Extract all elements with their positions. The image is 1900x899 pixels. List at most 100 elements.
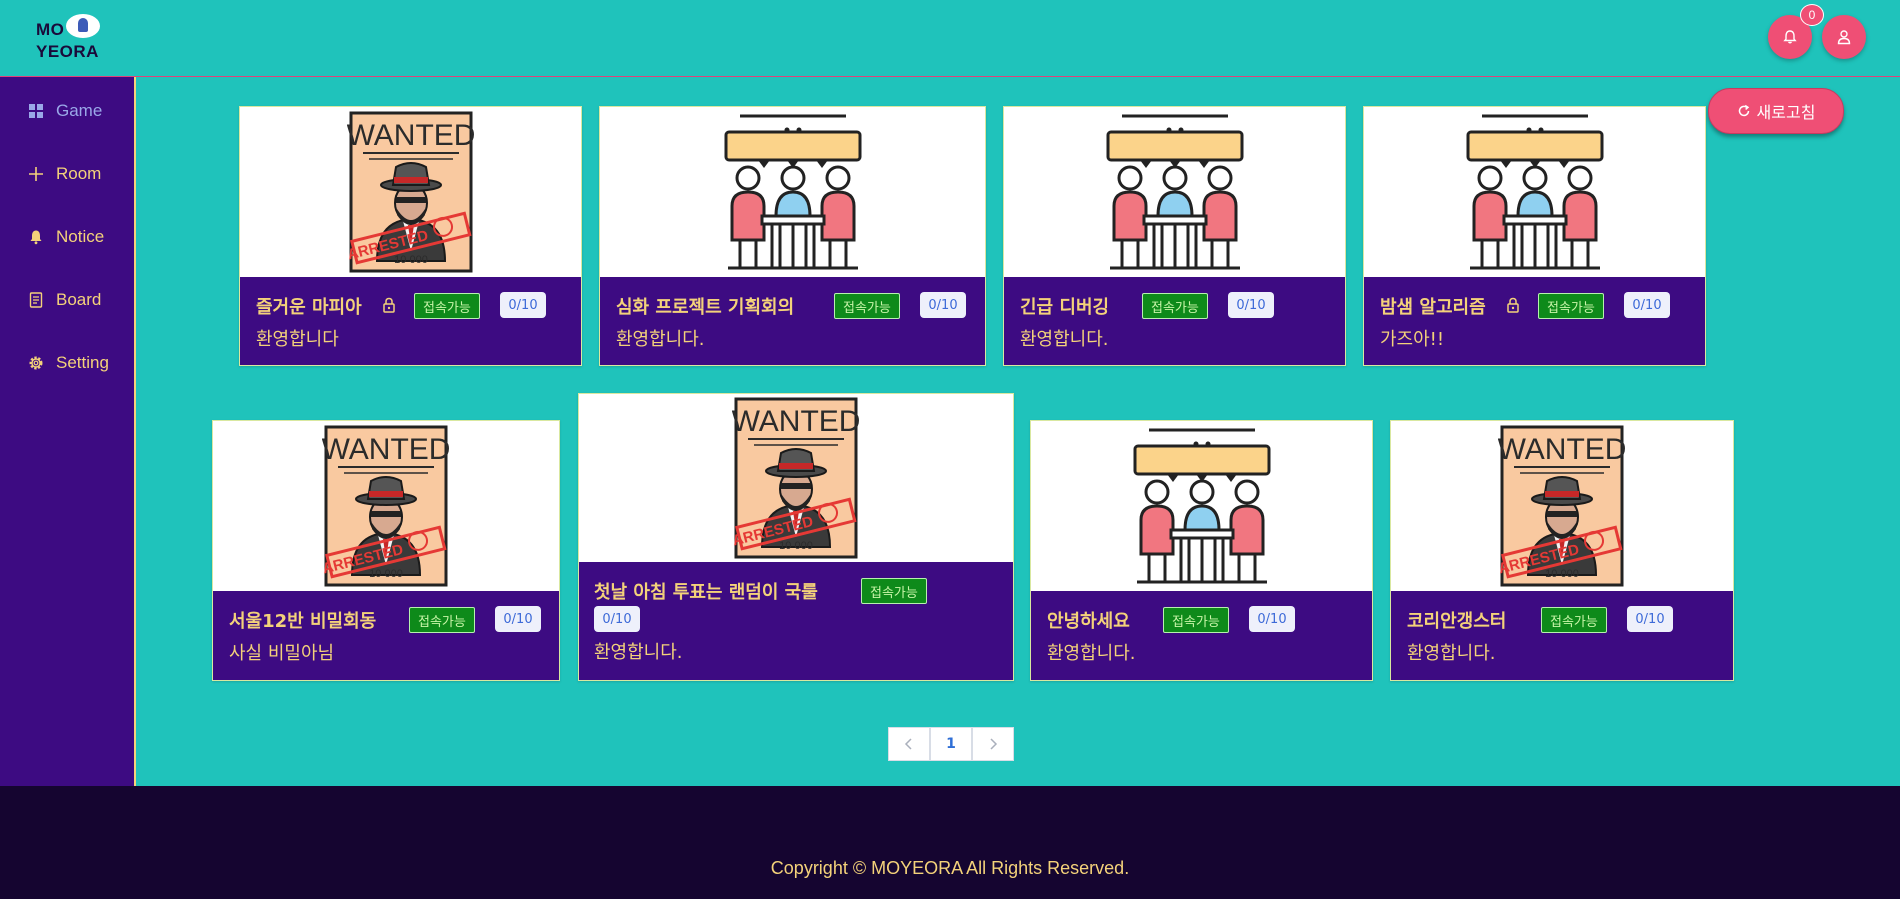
wanted-poster-image: WANTED 10 000 ARRESTED <box>732 397 860 559</box>
pagination-next-button[interactable] <box>972 727 1014 761</box>
bell-icon <box>1783 30 1797 44</box>
sidebar-item-game[interactable]: Game <box>26 96 102 126</box>
room-thumbnail: WANTED 10 000 ARRESTED <box>240 107 581 277</box>
room-description: 환영합니다. <box>1020 329 1109 350</box>
room-info-panel: 안녕하세요 접속가능 0/10 환영합니다. <box>1031 591 1372 680</box>
room-thumbnail: WANTED 10 000 ARRESTED <box>1391 421 1733 591</box>
player-count-badge: 0/10 <box>1249 606 1295 632</box>
room-card[interactable]: WANTED 10 000 ARRESTED 코리안갱스터 접속가능 0/10 환영합… <box>1390 420 1734 681</box>
status-badge: 접속가능 <box>1163 607 1229 633</box>
room-description: 환영합니다. <box>616 329 705 350</box>
player-count-badge: 0/10 <box>1627 606 1673 632</box>
room-card[interactable]: 심화 프로젝트 기획회의 접속가능 0/10 환영합니다. <box>599 106 986 366</box>
player-count-badge: 0/10 <box>495 606 541 632</box>
sidebar-item-label: Notice <box>56 227 105 246</box>
player-count-badge: 0/10 <box>594 606 640 632</box>
refresh-button[interactable]: 새로고침 <box>1708 88 1844 134</box>
top-header: MO YEORA 0 <box>0 0 1900 77</box>
wanted-poster-image: WANTED 10 000 ARRESTED <box>322 425 450 587</box>
sidebar-item-label: Board <box>56 290 102 309</box>
room-info-panel: 코리안갱스터 접속가능 0/10 환영합니다. <box>1391 591 1733 680</box>
svg-text:WANTED: WANTED <box>732 405 860 438</box>
pagination-prev-button[interactable] <box>888 727 930 761</box>
sidebar-item-room[interactable]: Room <box>26 159 101 189</box>
player-count-badge: 0/10 <box>1624 292 1670 318</box>
room-description: 환영합니다. <box>1407 643 1496 664</box>
status-badge: 접속가능 <box>861 578 927 604</box>
pagination-page-1[interactable]: 1 <box>930 727 972 761</box>
status-badge: 접속가능 <box>414 293 480 319</box>
room-info-panel: 첫날 아침 투표는 랜덤이 국룰 접속가능 0/10 환영합니다. <box>579 562 1013 680</box>
room-title: 서울12반 비밀회동 <box>229 611 377 632</box>
lock-icon <box>1506 297 1520 317</box>
user-profile-button[interactable] <box>1822 15 1866 59</box>
room-description: 환영합니다. <box>594 642 683 663</box>
room-thumbnail: WANTED 10 000 ARRESTED <box>213 421 559 591</box>
svg-text:WANTED: WANTED <box>322 433 450 466</box>
room-card[interactable]: 안녕하세요 접속가능 0/10 환영합니다. <box>1030 420 1373 681</box>
room-title: 안녕하세요 <box>1047 611 1130 632</box>
bell-icon <box>26 227 46 247</box>
status-badge: 접속가능 <box>1541 607 1607 633</box>
meeting-image <box>1106 114 1243 270</box>
meeting-image <box>1466 114 1603 270</box>
room-info-panel: 긴급 디버깅 접속가능 0/10 환영합니다. <box>1004 277 1345 365</box>
svg-text:10 000: 10 000 <box>369 568 403 580</box>
svg-text:10 000: 10 000 <box>394 254 428 266</box>
player-count-badge: 0/10 <box>1228 292 1274 318</box>
sidebar-item-setting[interactable]: Setting <box>26 348 109 378</box>
status-badge: 접속가능 <box>409 607 475 633</box>
logo-line1: MO <box>36 20 65 39</box>
plus-icon <box>26 164 46 184</box>
room-thumbnail <box>600 107 985 277</box>
player-count-badge: 0/10 <box>500 292 546 318</box>
svg-text:10 000: 10 000 <box>779 540 813 552</box>
room-thumbnail <box>1031 421 1372 591</box>
lock-icon <box>382 297 396 317</box>
svg-text:WANTED: WANTED <box>1498 433 1626 466</box>
logo-line2: YEORA <box>36 42 99 61</box>
room-card[interactable]: WANTED 10 000 ARRESTED 서울12반 비밀회동 접속가능 0/1… <box>212 420 560 681</box>
room-description: 사실 비밀아님 <box>229 643 335 664</box>
meeting-image <box>1133 428 1270 584</box>
notification-count-badge: 0 <box>1800 4 1824 26</box>
room-description: 환영합니다 <box>256 329 339 350</box>
wanted-poster-image: WANTED 10 000 ARRESTED <box>1498 425 1626 587</box>
grid-icon <box>26 101 46 121</box>
room-title: 코리안갱스터 <box>1407 611 1507 632</box>
room-title: 즐거운 마피아 <box>256 297 362 318</box>
chevron-left-icon <box>904 738 912 750</box>
status-badge: 접속가능 <box>1538 293 1604 319</box>
copyright-text: Copyright © MOYEORA All Rights Reserved. <box>770 858 1130 878</box>
room-card[interactable]: WANTED 10 000 ARRESTED 첫날 아침 투표는 랜덤이 국룰 접… <box>578 393 1014 681</box>
logo-bubble-icon <box>66 14 100 38</box>
room-description: 환영합니다. <box>1047 643 1136 664</box>
room-title: 첫날 아침 투표는 랜덤이 국룰 <box>594 582 818 603</box>
meeting-image <box>724 114 861 270</box>
svg-text:WANTED: WANTED <box>347 119 475 152</box>
sidebar-item-notice[interactable]: Notice <box>26 222 104 252</box>
room-card[interactable]: 긴급 디버깅 접속가능 0/10 환영합니다. <box>1003 106 1346 366</box>
sidebar-item-label: Setting <box>56 353 109 372</box>
sidebar: Game Room Notice Board Setting <box>0 77 136 786</box>
room-title: 심화 프로젝트 기획회의 <box>616 297 795 318</box>
room-thumbnail: WANTED 10 000 ARRESTED <box>579 394 1013 562</box>
room-thumbnail <box>1364 107 1705 277</box>
room-info-panel: 밤샘 알고리즘 접속가능 0/10 가즈아!! <box>1364 277 1705 365</box>
wanted-poster-image: WANTED 10 000 ARRESTED <box>347 111 475 273</box>
status-badge: 접속가능 <box>834 293 900 319</box>
sidebar-item-label: Room <box>56 164 102 183</box>
room-card[interactable]: 밤샘 알고리즘 접속가능 0/10 가즈아!! <box>1363 106 1706 366</box>
room-info-panel: 심화 프로젝트 기획회의 접속가능 0/10 환영합니다. <box>600 277 985 365</box>
room-card[interactable]: WANTED 10 000 ARRESTED 즐거운 마피아 접속가능 0/10 환영… <box>239 106 582 366</box>
svg-text:10 000: 10 000 <box>1545 568 1579 580</box>
refresh-label: 새로고침 <box>1756 103 1816 122</box>
room-info-panel: 서울12반 비밀회동 접속가능 0/10 사실 비밀아님 <box>213 591 559 680</box>
sidebar-item-board[interactable]: Board <box>26 285 101 315</box>
room-description: 가즈아!! <box>1380 329 1445 350</box>
room-thumbnail <box>1004 107 1345 277</box>
logo[interactable]: MO YEORA <box>36 14 106 62</box>
sidebar-item-label: Game <box>56 101 103 120</box>
chevron-right-icon <box>990 738 998 750</box>
user-icon <box>1837 30 1851 45</box>
